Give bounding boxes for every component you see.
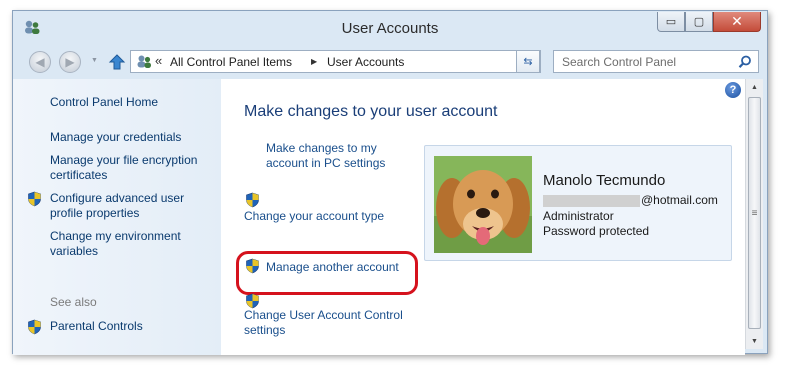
close-button[interactable]: ✕ xyxy=(713,12,761,32)
title-bar[interactable]: User Accounts ▭ ▢ ✕ xyxy=(13,11,767,47)
main-content: Make changes to your user account ? Make… xyxy=(221,79,745,355)
task-change-account-type[interactable]: Change your account type xyxy=(244,209,384,224)
sidebar-item-environment-variables[interactable]: Change my environment variables xyxy=(50,229,215,259)
sidebar-item-file-encryption-certificates[interactable]: Manage your file encryption certificates xyxy=(50,153,215,183)
address-overflow-chevron[interactable]: « xyxy=(155,53,162,68)
back-button[interactable]: ◀ xyxy=(29,51,51,73)
task-manage-another-account[interactable]: Manage another account xyxy=(266,260,399,275)
control-panel-icon xyxy=(137,55,151,68)
caption-buttons: ▭ ▢ ✕ xyxy=(657,12,761,32)
parental-controls-icon xyxy=(28,319,41,335)
help-icon[interactable]: ? xyxy=(725,82,741,98)
breadcrumb-user-accounts[interactable]: User Accounts xyxy=(327,55,404,69)
close-icon: ✕ xyxy=(731,13,743,29)
address-bar[interactable]: « All Control Panel Items ▶ User Account… xyxy=(130,50,541,73)
account-card: Manolo Tecmundo @hotmail.com Administrat… xyxy=(424,145,732,261)
minimize-button[interactable]: ▭ xyxy=(657,12,685,32)
window-title: User Accounts xyxy=(341,20,439,37)
uac-shield-icon xyxy=(28,191,41,207)
email-redaction xyxy=(543,195,640,207)
dog-avatar-image xyxy=(434,156,532,253)
page-title: Make changes to your user account xyxy=(244,103,498,120)
uac-shield-icon xyxy=(246,293,259,309)
scrollbar-thumb[interactable]: ≡ xyxy=(748,97,761,329)
recent-pages-dropdown-icon[interactable]: ▼ xyxy=(91,57,98,64)
account-name: Manolo Tecmundo xyxy=(543,172,666,189)
scroll-down-icon[interactable]: ▼ xyxy=(746,333,763,349)
account-type: Administrator xyxy=(543,209,614,223)
sidebar-item-parental-controls[interactable]: Parental Controls xyxy=(50,319,143,334)
sidebar-item-advanced-user-profile[interactable]: Configure advanced user profile properti… xyxy=(50,191,215,221)
forward-arrow-icon: ▶ xyxy=(65,55,75,69)
sidebar-item-manage-credentials[interactable]: Manage your credentials xyxy=(50,130,215,145)
task-account-pc-settings[interactable]: Make changes to my account in PC setting… xyxy=(266,141,401,171)
minimize-icon: ▭ xyxy=(665,16,677,28)
search-icon[interactable] xyxy=(738,55,752,69)
task-uac-settings[interactable]: Change User Account Control settings xyxy=(244,308,419,338)
account-email: @hotmail.com xyxy=(641,193,718,207)
breadcrumb-all-control-panel-items[interactable]: All Control Panel Items xyxy=(170,55,292,69)
uac-shield-icon xyxy=(246,258,259,274)
breadcrumb-separator-icon[interactable]: ▶ xyxy=(311,57,317,66)
account-password-status: Password protected xyxy=(543,224,650,238)
maximize-icon: ▢ xyxy=(693,16,705,28)
up-arrow-icon[interactable] xyxy=(108,53,126,71)
back-arrow-icon: ◀ xyxy=(35,55,45,69)
see-also-heading: See also xyxy=(50,295,97,309)
refresh-button[interactable]: ⇆ xyxy=(516,50,540,73)
forward-button[interactable]: ▶ xyxy=(59,51,81,73)
account-picture[interactable] xyxy=(434,156,532,253)
user-accounts-window: User Accounts ▭ ▢ ✕ ◀ ▶ ▼ « All Control … xyxy=(12,10,768,355)
uac-shield-icon xyxy=(246,192,259,208)
navigation-bar: ◀ ▶ ▼ « All Control Panel Items ▶ User A… xyxy=(13,47,767,77)
refresh-icon: ⇆ xyxy=(523,56,533,68)
scroll-up-icon[interactable]: ▲ xyxy=(746,79,763,95)
vertical-scrollbar[interactable]: ▲ ≡ ▼ xyxy=(745,79,763,349)
search-input[interactable]: Search Control Panel xyxy=(562,55,676,69)
sidebar: Control Panel Home Manage your credentia… xyxy=(13,79,221,355)
search-box[interactable]: Search Control Panel xyxy=(553,50,759,73)
maximize-button[interactable]: ▢ xyxy=(685,12,713,32)
sidebar-item-control-panel-home[interactable]: Control Panel Home xyxy=(50,95,158,110)
